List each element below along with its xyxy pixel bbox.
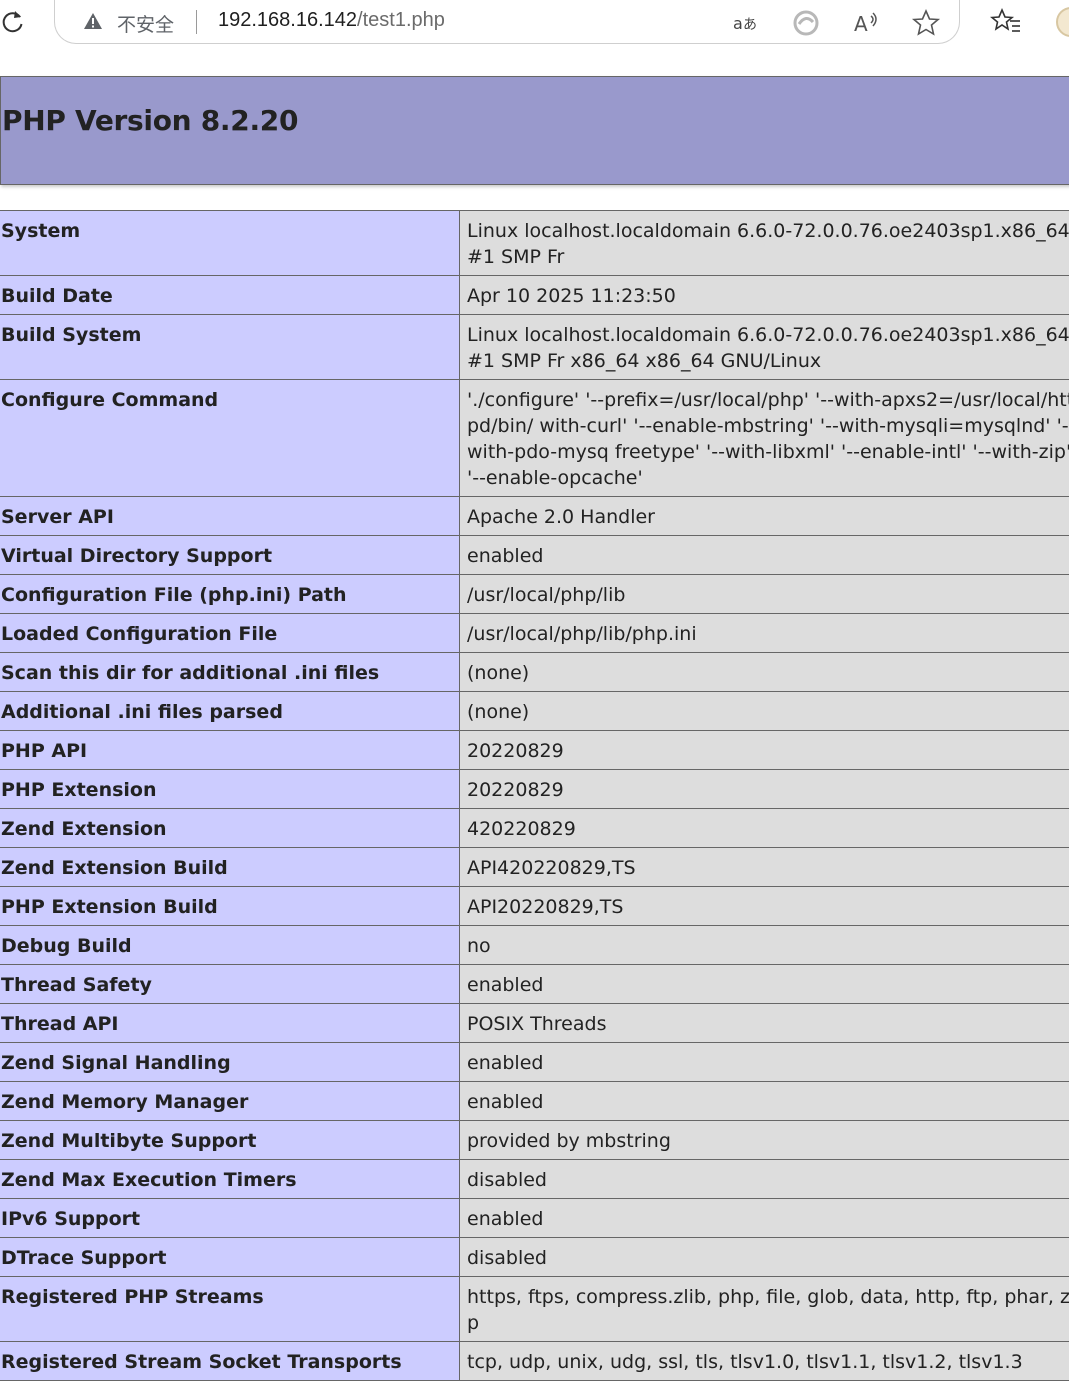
- svg-text:あ: あ: [743, 17, 757, 33]
- row-label: Zend Signal Handling: [0, 1043, 460, 1082]
- row-label: Registered Stream Socket Transports: [0, 1342, 460, 1381]
- php-info-table: SystemLinux localhost.localdomain 6.6.0-…: [0, 210, 1069, 1381]
- row-label: Zend Extension: [0, 809, 460, 848]
- row-label: Configure Command: [0, 380, 460, 497]
- table-row: PHP API20220829: [0, 731, 1069, 770]
- row-value: provided by mbstring: [460, 1121, 1069, 1160]
- row-label: Loaded Configuration File: [0, 614, 460, 653]
- row-label: PHP Extension Build: [0, 887, 460, 926]
- table-row: Loaded Configuration File/usr/local/php/…: [0, 614, 1069, 653]
- security-status-label[interactable]: 不安全: [117, 10, 174, 37]
- row-value: Apr 10 2025 11:23:50: [460, 276, 1069, 315]
- row-value: https, ftps, compress.zlib, php, file, g…: [460, 1277, 1069, 1342]
- row-value: no: [460, 926, 1069, 965]
- row-label: Zend Extension Build: [0, 848, 460, 887]
- table-row: Virtual Directory Supportenabled: [0, 536, 1069, 575]
- page-title: PHP Version 8.2.20: [2, 104, 298, 137]
- read-aloud-icon[interactable]: A: [851, 8, 881, 38]
- row-value: enabled: [460, 536, 1069, 575]
- table-row: Zend Max Execution Timersdisabled: [0, 1160, 1069, 1199]
- row-value: './configure' '--prefix=/usr/local/php' …: [460, 380, 1069, 497]
- row-value: enabled: [460, 1199, 1069, 1238]
- url-text[interactable]: 192.168.16.142/test1.php: [218, 9, 445, 32]
- table-row: Server APIApache 2.0 Handler: [0, 497, 1069, 536]
- row-label: Thread Safety: [0, 965, 460, 1004]
- row-label: System: [0, 211, 460, 276]
- row-value: (none): [460, 653, 1069, 692]
- row-value: (none): [460, 692, 1069, 731]
- table-row: Zend Extension420220829: [0, 809, 1069, 848]
- row-value: tcp, udp, unix, udg, ssl, tls, tlsv1.0, …: [460, 1342, 1069, 1381]
- table-row: Debug Buildno: [0, 926, 1069, 965]
- row-value: enabled: [460, 1082, 1069, 1121]
- table-row: SystemLinux localhost.localdomain 6.6.0-…: [0, 211, 1069, 276]
- row-label: Thread API: [0, 1004, 460, 1043]
- row-label: Debug Build: [0, 926, 460, 965]
- row-value: enabled: [460, 1043, 1069, 1082]
- favorites-icon[interactable]: [990, 6, 1022, 38]
- row-label: Zend Multibyte Support: [0, 1121, 460, 1160]
- table-row: Additional .ini files parsed(none): [0, 692, 1069, 731]
- table-row: Zend Signal Handlingenabled: [0, 1043, 1069, 1082]
- table-row: PHP Extension20220829: [0, 770, 1069, 809]
- address-bar[interactable]: 不安全 192.168.16.142/test1.php a あ A: [54, 0, 960, 44]
- table-row: Zend Extension BuildAPI420220829,TS: [0, 848, 1069, 887]
- svg-text:A: A: [854, 12, 868, 36]
- reload-icon[interactable]: [0, 9, 26, 35]
- row-label: Registered PHP Streams: [0, 1277, 460, 1342]
- table-row: Zend Memory Managerenabled: [0, 1082, 1069, 1121]
- translate-icon[interactable]: a あ: [731, 8, 761, 38]
- row-value: Linux localhost.localdomain 6.6.0-72.0.0…: [460, 211, 1069, 276]
- row-label: Server API: [0, 497, 460, 536]
- table-row: IPv6 Supportenabled: [0, 1199, 1069, 1238]
- row-label: DTrace Support: [0, 1238, 460, 1277]
- address-divider: [196, 10, 197, 34]
- url-host: 192.168.16.142: [218, 9, 357, 31]
- row-label: Zend Max Execution Timers: [0, 1160, 460, 1199]
- row-label: PHP Extension: [0, 770, 460, 809]
- table-row: Registered Stream Socket Transportstcp, …: [0, 1342, 1069, 1381]
- row-value: API20220829,TS: [460, 887, 1069, 926]
- row-value: /usr/local/php/lib/php.ini: [460, 614, 1069, 653]
- table-row: Thread APIPOSIX Threads: [0, 1004, 1069, 1043]
- row-label: IPv6 Support: [0, 1199, 460, 1238]
- table-row: Build DateApr 10 2025 11:23:50: [0, 276, 1069, 315]
- row-label: Virtual Directory Support: [0, 536, 460, 575]
- php-version-header: PHP Version 8.2.20: [0, 76, 1069, 185]
- table-row: Scan this dir for additional .ini files(…: [0, 653, 1069, 692]
- row-label: Scan this dir for additional .ini files: [0, 653, 460, 692]
- svg-text:a: a: [733, 14, 743, 33]
- profile-avatar[interactable]: [1056, 7, 1069, 37]
- table-row: Configure Command'./configure' '--prefix…: [0, 380, 1069, 497]
- table-row: PHP Extension BuildAPI20220829,TS: [0, 887, 1069, 926]
- table-row: DTrace Supportdisabled: [0, 1238, 1069, 1277]
- row-value: 20220829: [460, 770, 1069, 809]
- table-row: Thread Safetyenabled: [0, 965, 1069, 1004]
- row-value: API420220829,TS: [460, 848, 1069, 887]
- row-value: Linux localhost.localdomain 6.6.0-72.0.0…: [460, 315, 1069, 380]
- row-value: POSIX Threads: [460, 1004, 1069, 1043]
- row-value: /usr/local/php/lib: [460, 575, 1069, 614]
- table-row: Build SystemLinux localhost.localdomain …: [0, 315, 1069, 380]
- row-label: Zend Memory Manager: [0, 1082, 460, 1121]
- url-path: /test1.php: [357, 9, 445, 31]
- row-label: Additional .ini files parsed: [0, 692, 460, 731]
- row-label: Build Date: [0, 276, 460, 315]
- row-value: 20220829: [460, 731, 1069, 770]
- table-row: Zend Multibyte Supportprovided by mbstri…: [0, 1121, 1069, 1160]
- warning-icon[interactable]: [83, 11, 103, 31]
- table-row: Registered PHP Streamshttps, ftps, compr…: [0, 1277, 1069, 1342]
- favorite-star-icon[interactable]: [911, 8, 941, 38]
- row-value: enabled: [460, 965, 1069, 1004]
- table-row: Configuration File (php.ini) Path/usr/lo…: [0, 575, 1069, 614]
- row-label: Configuration File (php.ini) Path: [0, 575, 460, 614]
- row-label: Build System: [0, 315, 460, 380]
- edge-copilot-icon[interactable]: [791, 8, 821, 38]
- browser-toolbar: 不安全 192.168.16.142/test1.php a あ A: [0, 0, 1069, 50]
- row-label: PHP API: [0, 731, 460, 770]
- row-value: Apache 2.0 Handler: [460, 497, 1069, 536]
- row-value: disabled: [460, 1160, 1069, 1199]
- row-value: disabled: [460, 1238, 1069, 1277]
- row-value: 420220829: [460, 809, 1069, 848]
